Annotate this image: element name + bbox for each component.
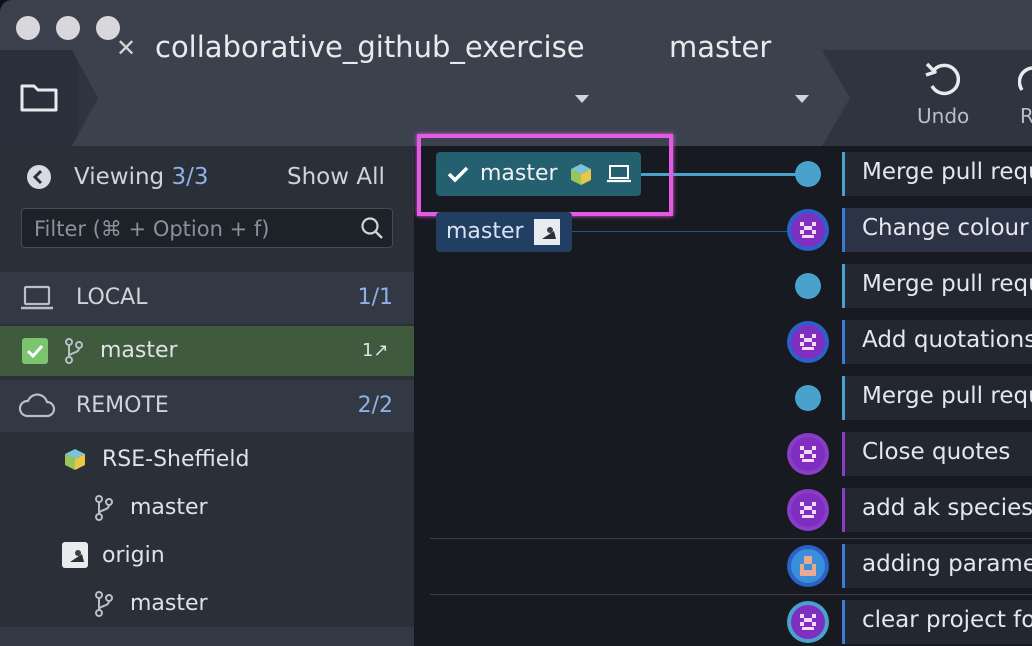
- commit-tick: [842, 376, 845, 420]
- ahead-count: 1↗: [362, 340, 389, 361]
- toolbar: [0, 50, 1032, 146]
- commit-tick: [842, 152, 845, 196]
- chevron-down-icon[interactable]: [575, 95, 589, 103]
- filter-input[interactable]: [32, 213, 356, 245]
- remote-name-rse-sheffield[interactable]: RSE-Sheffield: [102, 447, 249, 472]
- author-avatar-icon[interactable]: [786, 432, 830, 476]
- remote-branch-origin-master[interactable]: master: [130, 591, 208, 616]
- app-window: ✕ collaborative_github_exercise master U…: [0, 0, 1032, 646]
- highlight-box: [417, 134, 673, 216]
- badge-label: master: [446, 219, 524, 244]
- local-branch-name: master: [100, 338, 178, 363]
- close-icon[interactable]: ✕: [116, 36, 136, 60]
- commit-tick: [842, 600, 845, 644]
- commit-dot[interactable]: [795, 273, 821, 299]
- branch-icon: [95, 591, 113, 617]
- commit-tick: [842, 320, 845, 364]
- branch-connector: [572, 231, 788, 232]
- author-avatar-icon[interactable]: [786, 208, 830, 252]
- commit-dot[interactable]: [795, 385, 821, 411]
- local-count: 1/1: [357, 285, 393, 310]
- commit-message: clear project fo: [862, 607, 1032, 633]
- minimize-window-button[interactable]: [56, 16, 80, 40]
- rse-sheffield-avatar-icon: [62, 446, 88, 472]
- local-branch-master[interactable]: master 1↗: [0, 326, 414, 376]
- checkbox-checked-icon[interactable]: [22, 338, 48, 364]
- cloud-icon: [18, 393, 56, 418]
- commit-tick: [842, 544, 845, 588]
- remote-label: REMOTE: [76, 393, 169, 418]
- chevron-down-icon[interactable]: [795, 95, 809, 103]
- viewing-text: Viewing: [74, 164, 165, 190]
- remote-name-origin[interactable]: origin: [102, 543, 165, 568]
- commit-message: adding parame: [862, 551, 1032, 577]
- commit-message: Merge pull requ: [862, 383, 1032, 409]
- commit-message: Merge pull requ: [862, 271, 1032, 297]
- author-avatar-icon[interactable]: [786, 600, 830, 644]
- branch-icon: [65, 338, 83, 364]
- commit-message: Close quotes: [862, 439, 1011, 465]
- local-label: LOCAL: [76, 285, 148, 310]
- author-avatar-icon[interactable]: [786, 488, 830, 532]
- commit-tick: [842, 488, 845, 532]
- origin-avatar-icon: [62, 542, 88, 568]
- commit-tick: [842, 432, 845, 476]
- folder-icon[interactable]: [20, 82, 58, 112]
- commit-dot[interactable]: [795, 161, 821, 187]
- commit-tick: [842, 264, 845, 308]
- repo-name[interactable]: collaborative_github_exercise: [155, 30, 585, 64]
- redo-icon[interactable]: [1018, 62, 1032, 98]
- commit-tick: [842, 208, 845, 252]
- local-section-header[interactable]: LOCAL 1/1: [0, 272, 414, 324]
- divider: [430, 594, 1032, 595]
- undo-button[interactable]: Undo: [917, 104, 969, 128]
- branch-name[interactable]: master: [669, 30, 771, 64]
- remote-branch-rse-master[interactable]: master: [130, 495, 208, 520]
- laptop-icon: [21, 285, 53, 310]
- commit-message: Merge pull requ: [862, 159, 1032, 185]
- viewing-label: Viewing 3/3: [74, 164, 208, 190]
- commit-message: Change colour: [862, 215, 1029, 241]
- branch-selector[interactable]: [604, 50, 850, 146]
- viewing-count: 3/3: [171, 164, 209, 190]
- branch-badge-origin-master[interactable]: master: [436, 212, 572, 252]
- undo-icon[interactable]: [924, 60, 966, 98]
- close-window-button[interactable]: [16, 16, 40, 40]
- filter-field[interactable]: [21, 208, 393, 248]
- author-avatar-icon[interactable]: [786, 544, 830, 588]
- next-section-header[interactable]: [0, 627, 414, 646]
- remote-count: 2/2: [357, 393, 393, 418]
- remote-section-header[interactable]: REMOTE 2/2: [0, 380, 414, 432]
- redo-button[interactable]: R: [1020, 104, 1032, 128]
- repo-selector[interactable]: [72, 50, 632, 146]
- show-all-button[interactable]: Show All: [287, 164, 385, 190]
- commit-message: Add quotations: [862, 327, 1032, 353]
- commit-message: add ak species: [862, 495, 1032, 521]
- search-icon: [361, 217, 383, 239]
- origin-avatar-icon: [534, 219, 560, 245]
- author-avatar-icon[interactable]: [786, 320, 830, 364]
- divider: [430, 538, 1032, 539]
- back-icon[interactable]: [26, 164, 52, 190]
- branch-icon: [95, 495, 113, 521]
